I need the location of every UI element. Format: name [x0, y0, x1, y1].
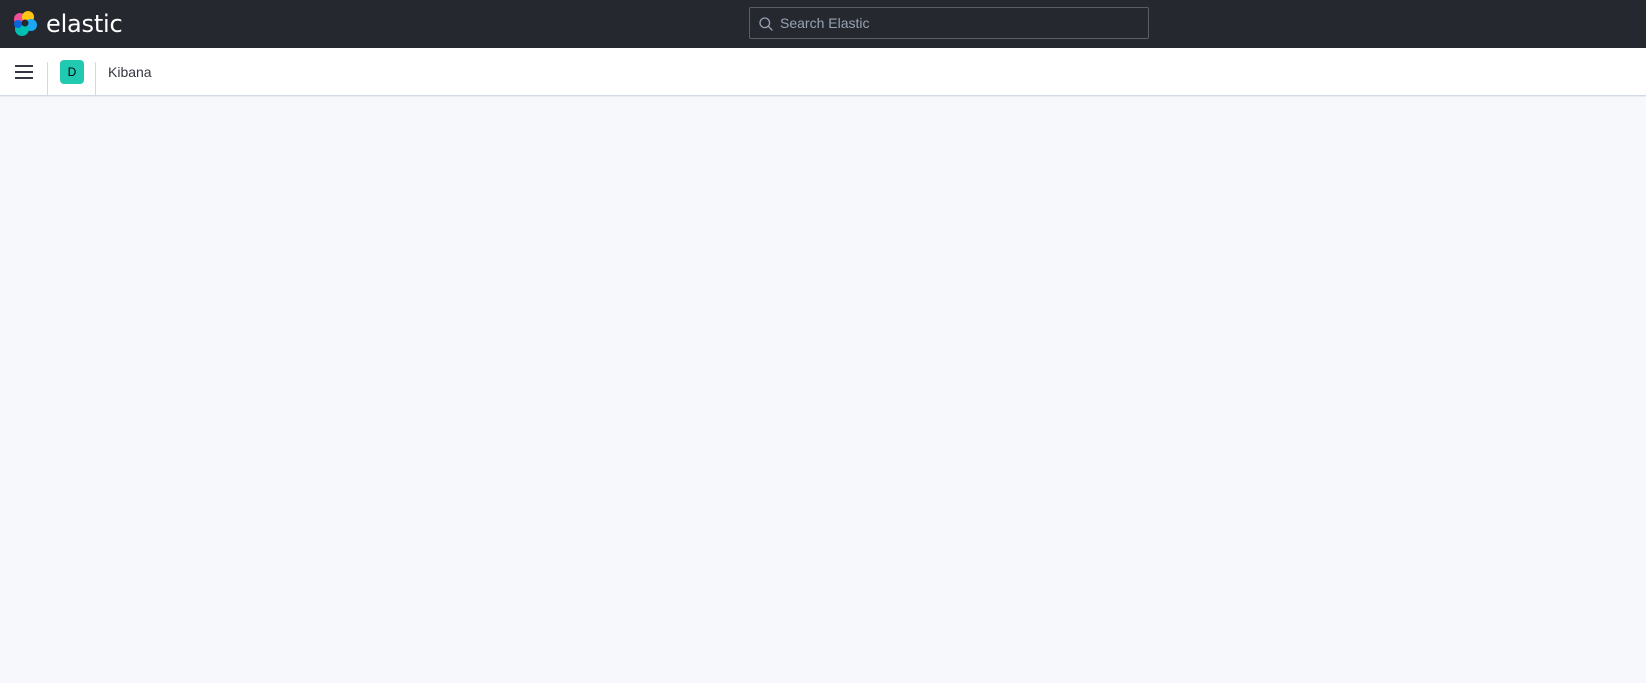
search-input[interactable] [780, 8, 1142, 38]
divider [95, 62, 96, 96]
space-selector-button[interactable]: D [48, 48, 96, 96]
elastic-logo[interactable]: elastic [12, 10, 123, 38]
main-content-area [0, 97, 1646, 683]
breadcrumb: Kibana [108, 48, 152, 96]
elastic-logo-icon [14, 11, 37, 36]
hamburger-menu-icon [15, 65, 33, 79]
toggle-navigation-button[interactable] [0, 48, 48, 96]
secondary-header: D Kibana [0, 48, 1646, 96]
global-search[interactable] [749, 7, 1149, 39]
space-avatar: D [60, 60, 84, 84]
space-avatar-initial: D [67, 65, 77, 79]
search-icon [759, 17, 773, 31]
global-header: elastic [0, 0, 1646, 48]
logo-text: elastic [46, 10, 123, 38]
breadcrumb-item-kibana: Kibana [108, 64, 152, 80]
